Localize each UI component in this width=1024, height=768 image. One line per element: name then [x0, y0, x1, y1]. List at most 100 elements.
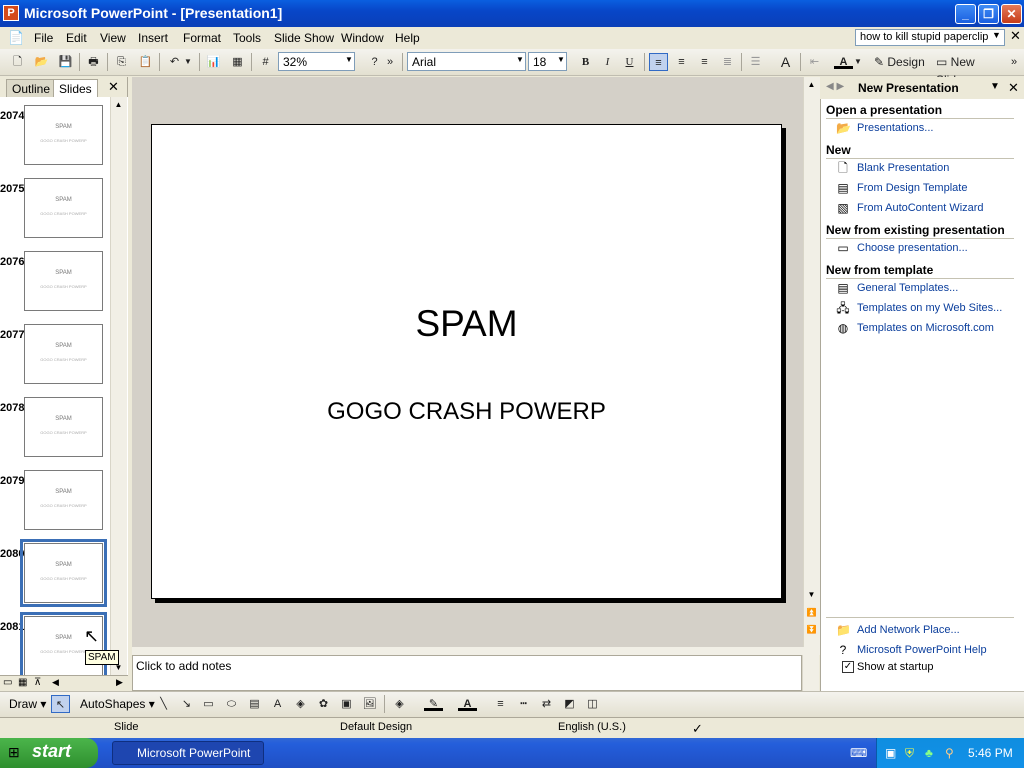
menu-tools[interactable]: Tools	[233, 31, 261, 45]
task-pane-close-button[interactable]: ✕	[1008, 80, 1019, 96]
slide-canvas[interactable]: SPAM GOGO CRASH POWERP	[151, 124, 782, 599]
arrow-style-icon[interactable]: ⇄	[537, 695, 556, 713]
menu-slide-show[interactable]: Slide Show	[274, 31, 334, 45]
slide-show-icon[interactable]: ⊼	[34, 677, 41, 688]
scroll-down-arrow-icon[interactable]: ▼	[804, 587, 819, 602]
slide-sorter-icon[interactable]: ▦	[18, 677, 27, 688]
main-vertical-scrollbar[interactable]: ▲ ▼ ⏫ ⏬	[803, 77, 820, 647]
slide-thumbnail[interactable]: SPAM GOGO CRASH POWERP	[24, 324, 103, 384]
insert-picture-icon[interactable]: 🖼	[360, 695, 379, 713]
decrease-indent-icon[interactable]: ⇤	[805, 53, 824, 71]
toolbar-overflow-icon[interactable]: »	[1008, 53, 1020, 71]
keyboard-icon[interactable]: ⌨	[850, 746, 867, 760]
paste-icon[interactable]: 📋	[136, 53, 155, 71]
close-button[interactable]: ✕	[1001, 4, 1022, 24]
italic-button[interactable]: I	[598, 53, 617, 71]
rectangle-icon[interactable]: ▭	[199, 695, 218, 713]
taskbar-clock[interactable]: 5:46 PM	[968, 746, 1013, 760]
restore-button[interactable]: ❐	[978, 4, 999, 24]
menu-edit[interactable]: Edit	[66, 31, 87, 45]
undo-dropdown-icon[interactable]: ▼	[183, 53, 193, 71]
zoom-dropdown-icon[interactable]: ▼	[345, 55, 353, 64]
help-icon[interactable]: ?	[365, 53, 384, 71]
tab-slides[interactable]: Slides	[53, 79, 98, 97]
taskbar-powerpoint-button[interactable]: Microsoft PowerPoint ...	[112, 741, 264, 768]
task-pane-nav-arrows-icon[interactable]: ◀ ▶	[826, 81, 844, 92]
font-name-combo[interactable]: Arial	[407, 52, 526, 71]
select-objects-icon[interactable]: ↖	[51, 695, 70, 713]
undo-icon[interactable]: ↶	[165, 53, 184, 71]
menu-file[interactable]: File	[34, 31, 53, 45]
title-bar[interactable]: P Microsoft PowerPoint - [Presentation1]…	[0, 0, 1024, 27]
wordart-icon[interactable]: A	[268, 695, 287, 713]
menu-insert[interactable]: Insert	[138, 31, 168, 45]
close-pane-button[interactable]: ✕	[108, 79, 119, 95]
design-button[interactable]: ✎ Design	[874, 53, 930, 71]
previous-slide-icon[interactable]: ⏫	[804, 605, 819, 620]
arrow-icon[interactable]: ↘	[177, 695, 196, 713]
open-icon[interactable]: 📂	[32, 53, 51, 71]
print-icon[interactable]: 🖶	[84, 53, 103, 71]
show-at-startup-checkbox[interactable]: ✓	[842, 661, 854, 673]
text-box-icon[interactable]: ▤	[245, 695, 264, 713]
notes-pane[interactable]: Click to add notes	[132, 655, 802, 691]
notes-placeholder[interactable]: Click to add notes	[136, 659, 231, 673]
slide-thumbnail[interactable]: SPAM GOGO CRASH POWERP	[24, 105, 103, 165]
add-network-place-link[interactable]: Add Network Place...	[857, 624, 960, 636]
autoshapes-menu-button[interactable]: AutoShapes ▾	[80, 697, 155, 711]
slide-thumbnail[interactable]: SPAM GOGO CRASH POWERP	[20, 539, 107, 607]
toolbar-overflow-icon[interactable]: »	[383, 53, 397, 71]
scroll-up-arrow-icon[interactable]: ▲	[111, 97, 126, 112]
design-template-link[interactable]: From Design Template	[857, 182, 967, 194]
normal-view-icon[interactable]: ▭	[3, 677, 12, 688]
powerpoint-help-link[interactable]: Microsoft PowerPoint Help	[857, 644, 987, 656]
grid-icon[interactable]: #	[256, 53, 275, 71]
table-icon[interactable]: ▦	[228, 53, 247, 71]
shadow-style-icon[interactable]: ◩	[560, 695, 579, 713]
notes-scrollbar[interactable]	[802, 655, 819, 691]
network-icon[interactable]: ▣	[885, 746, 896, 760]
microsoft-templates-link[interactable]: Templates on Microsoft.com	[857, 322, 994, 334]
bold-button[interactable]: B	[576, 53, 595, 71]
font-dropdown-icon[interactable]: ▼	[516, 55, 524, 64]
zoom-combo[interactable]: 32%	[278, 52, 355, 71]
fill-color-icon[interactable]: ◈	[390, 695, 409, 713]
presentations-link[interactable]: Presentations...	[857, 122, 933, 134]
blank-presentation-link[interactable]: Blank Presentation	[857, 162, 949, 174]
line-icon[interactable]: ╲	[154, 695, 173, 713]
line-style-icon[interactable]: ≡	[491, 695, 510, 713]
tab-outline[interactable]: Outline	[6, 79, 57, 97]
underline-button[interactable]: U	[620, 53, 639, 71]
size-dropdown-icon[interactable]: ▼	[557, 55, 565, 64]
align-left-icon[interactable]: ≡	[649, 53, 668, 71]
picture-icon[interactable]: ▣	[337, 695, 356, 713]
choose-presentation-link[interactable]: Choose presentation...	[857, 242, 968, 254]
autocontent-wizard-link[interactable]: From AutoContent Wizard	[857, 202, 984, 214]
slide-thumbnail[interactable]: SPAM GOGO CRASH POWERP	[24, 397, 103, 457]
chart-icon[interactable]: 📊	[204, 53, 223, 71]
scroll-right-arrow-icon[interactable]: ▶	[116, 677, 123, 688]
slide-thumbnail[interactable]: SPAM GOGO CRASH POWERP	[24, 178, 103, 238]
thumbnails-scrollbar[interactable]: ▲ ▼	[110, 97, 127, 675]
save-icon[interactable]: 💾	[56, 53, 75, 71]
menu-help[interactable]: Help	[395, 31, 420, 45]
bullets-icon[interactable]: ☰	[746, 53, 765, 71]
spelling-icon[interactable]: ✓	[692, 721, 703, 737]
copy-icon[interactable]: ⎘	[112, 53, 131, 71]
new-icon[interactable]: 🗋	[8, 53, 27, 71]
general-templates-link[interactable]: General Templates...	[857, 282, 958, 294]
search-icon[interactable]: ⚲	[945, 746, 954, 760]
diagram-icon[interactable]: ◈	[291, 695, 310, 713]
close-document-button[interactable]: ✕	[1010, 28, 1021, 44]
document-icon[interactable]: 📄	[8, 30, 24, 46]
oval-icon[interactable]: ⬭	[222, 695, 241, 713]
next-slide-icon[interactable]: ⏬	[804, 622, 819, 637]
dash-style-icon[interactable]: ┅	[514, 695, 533, 713]
powerpoint-app-icon[interactable]: P	[3, 5, 19, 21]
task-pane-title[interactable]: New Presentation	[858, 81, 959, 95]
menu-format[interactable]: Format	[183, 31, 221, 45]
scroll-left-arrow-icon[interactable]: ◀	[52, 677, 59, 688]
task-pane-dropdown-icon[interactable]: ▼	[990, 81, 1000, 92]
slide-title[interactable]: SPAM	[152, 303, 781, 345]
align-right-icon[interactable]: ≡	[695, 53, 714, 71]
